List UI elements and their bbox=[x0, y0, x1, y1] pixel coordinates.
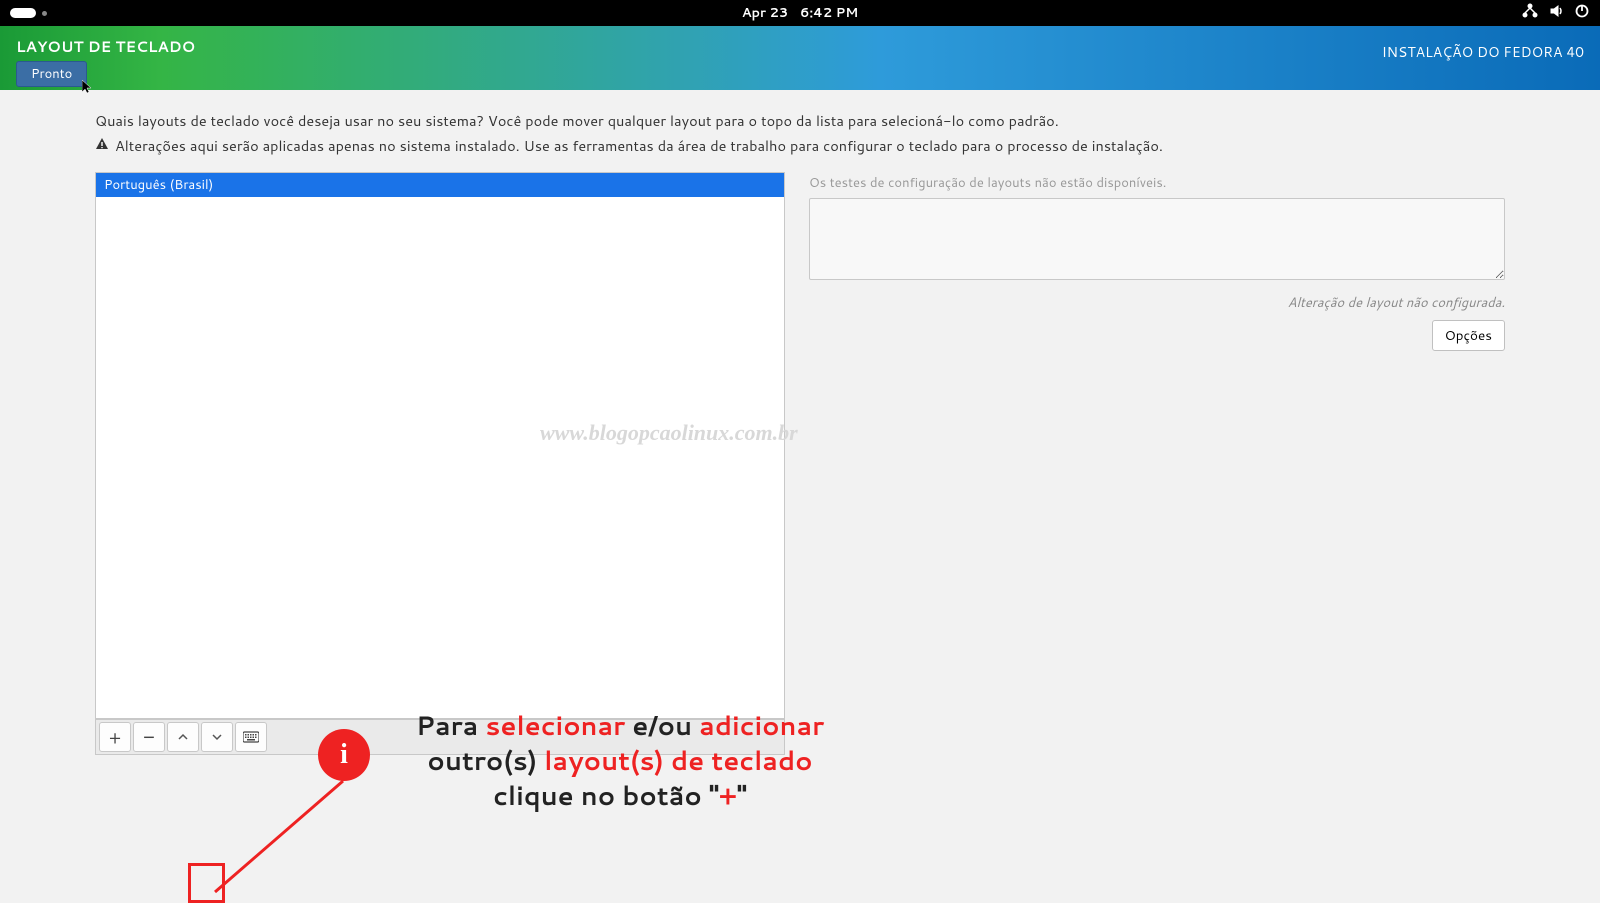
topbar-right[interactable] bbox=[1522, 2, 1590, 25]
remove-layout-button[interactable]: − bbox=[133, 722, 165, 752]
chevron-down-icon bbox=[211, 731, 223, 743]
power-icon[interactable] bbox=[1574, 2, 1590, 25]
system-topbar: Apr 23 6:42 PM bbox=[0, 0, 1600, 26]
keyboard-icon bbox=[243, 731, 259, 743]
date-label: Apr 23 bbox=[742, 4, 788, 22]
options-button[interactable]: Opções bbox=[1432, 320, 1505, 351]
topbar-clock[interactable]: Apr 23 6:42 PM bbox=[742, 4, 859, 22]
installer-title: INSTALAÇÃO DO FEDORA 40 bbox=[1382, 36, 1584, 62]
activities-pill[interactable] bbox=[10, 8, 36, 18]
layouts-toolbar: + − bbox=[95, 719, 785, 755]
warning-text: Alterações aqui serão aplicadas apenas n… bbox=[115, 135, 1163, 156]
topbar-left bbox=[10, 8, 47, 18]
add-layout-button[interactable]: + bbox=[99, 722, 131, 752]
anaconda-header: LAYOUT DE TECLADO Pronto INSTALAÇÃO DO F… bbox=[0, 26, 1600, 90]
switch-status-label: Alteração de layout não configurada. bbox=[809, 294, 1505, 312]
right-panel: Os testes de configuração de layouts não… bbox=[809, 172, 1505, 351]
page-title: LAYOUT DE TECLADO bbox=[16, 36, 195, 57]
volume-icon[interactable] bbox=[1548, 2, 1564, 25]
activities-dot bbox=[42, 11, 47, 16]
cursor-icon bbox=[82, 80, 92, 94]
instruction-line2: Alterações aqui serão aplicadas apenas n… bbox=[95, 135, 1505, 156]
time-label: 6:42 PM bbox=[800, 4, 858, 22]
instruction-line1: Quais layouts de teclado você deseja usa… bbox=[95, 110, 1505, 131]
layout-item-selected[interactable]: Português (Brasil) bbox=[96, 173, 784, 197]
test-area-label: Os testes de configuração de layouts não… bbox=[809, 174, 1505, 192]
chevron-up-icon bbox=[177, 731, 189, 743]
plus-button-highlight bbox=[188, 863, 225, 903]
done-button-label: Pronto bbox=[31, 65, 72, 83]
content-area: Quais layouts de teclado você deseja usa… bbox=[0, 90, 1600, 755]
watermark-text: www.blogopcaolinux.com.br bbox=[540, 420, 798, 446]
layout-test-input[interactable] bbox=[809, 198, 1505, 280]
move-down-button[interactable] bbox=[201, 722, 233, 752]
move-up-button[interactable] bbox=[167, 722, 199, 752]
layouts-panel: Português (Brasil) + − bbox=[95, 172, 785, 755]
warning-icon bbox=[95, 135, 109, 156]
preview-keyboard-button[interactable] bbox=[235, 722, 267, 752]
annotation-line bbox=[213, 779, 348, 894]
done-button[interactable]: Pronto bbox=[16, 61, 87, 87]
network-icon[interactable] bbox=[1522, 2, 1538, 25]
